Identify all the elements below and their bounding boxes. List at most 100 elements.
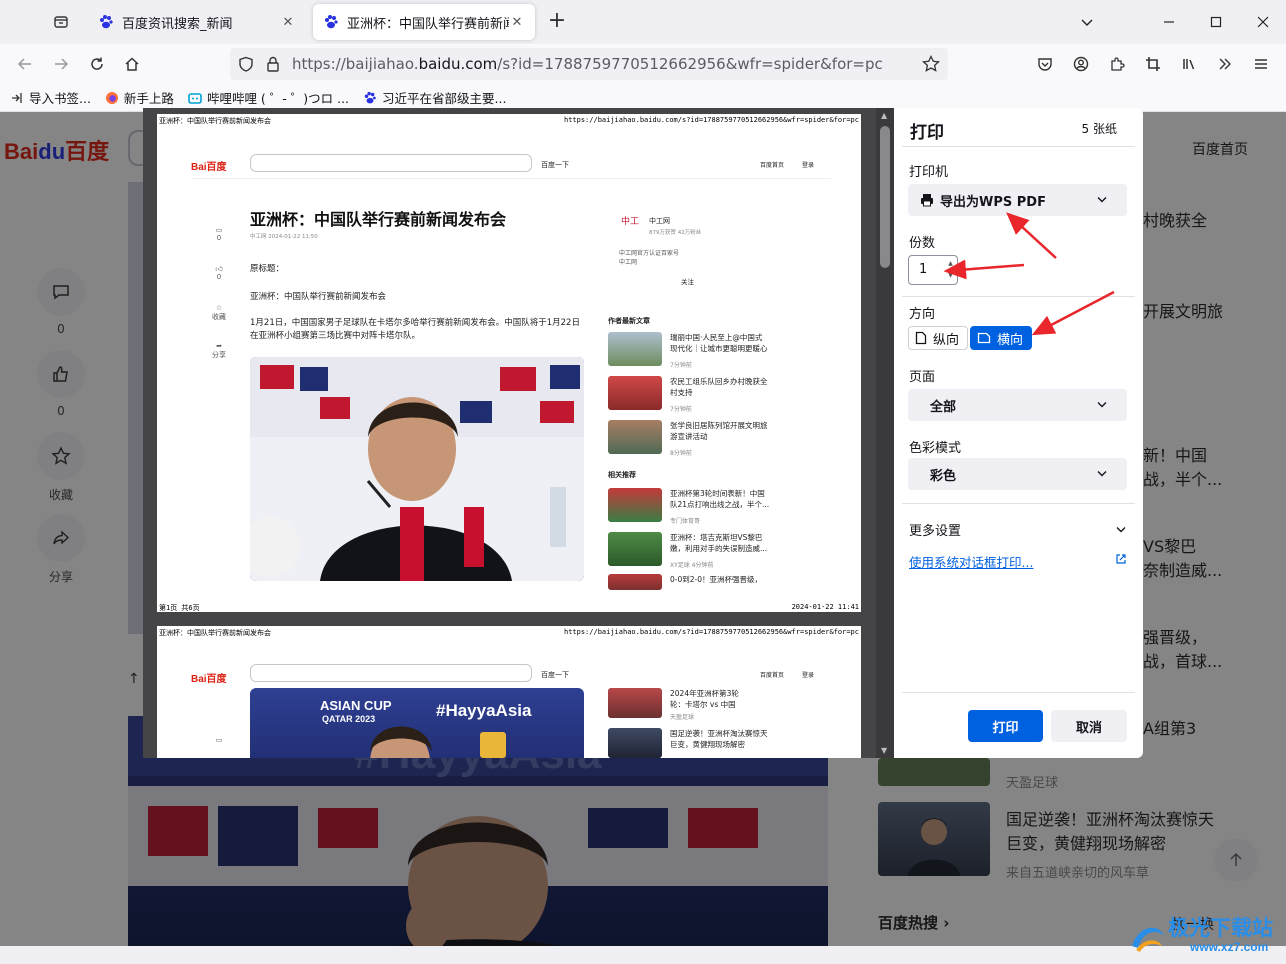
aurora-logo-icon — [1132, 927, 1164, 952]
tab-overflow-button[interactable] — [1072, 8, 1102, 36]
chevron-down-icon[interactable] — [1114, 522, 1128, 536]
close-icon — [1257, 16, 1269, 28]
watermark-name: 极光下载站 — [1168, 917, 1273, 940]
tab-bar: 百度资讯搜索_新闻 ✕ 亚洲杯：中国队举行赛前新闻发 ✕ + — [0, 0, 1286, 44]
related-title: 亚洲杯：塔吉克斯坦VS黎巴 嫩，利用对手的失误制造威... — [670, 533, 768, 553]
url-text[interactable]: https://baijiahao.baidu.com/s?id=1788759… — [292, 55, 883, 73]
external-link-icon[interactable] — [1115, 553, 1127, 565]
bookmark-import[interactable]: 导入书签... — [10, 88, 91, 107]
account-button[interactable] — [1067, 50, 1095, 78]
preview-search-button: 百度一下 — [541, 161, 569, 169]
cancel-button[interactable]: 取消 — [1051, 710, 1127, 742]
preview-footer-page: 第1页 共6页 — [159, 604, 200, 612]
latest-meta: 7分钟前 — [670, 406, 692, 413]
star-icon[interactable] — [922, 55, 940, 73]
import-icon — [10, 91, 24, 105]
home-icon — [125, 57, 139, 71]
preview-header-title: 亚洲杯：中国队举行赛前新闻发布会 — [159, 117, 271, 125]
horizontal-scrollbar[interactable] — [0, 946, 1286, 964]
bookmark-getting-started[interactable]: 新手上路 — [105, 88, 174, 107]
preview-share-icon: ➦ 分享 — [212, 342, 226, 359]
copies-input[interactable]: 1 ▲ ▼ — [908, 255, 958, 285]
pocket-button[interactable] — [1031, 50, 1059, 78]
preview-page-2: 亚洲杯：中国队举行赛前新闻发布会 https://baijiahao.baidu… — [157, 626, 861, 758]
latest-title: 张学良旧居陈列馆开展文明旅 游宣讲活动 — [670, 421, 768, 441]
scroll-up-icon[interactable]: ▲ — [881, 111, 887, 120]
latest-thumbnail — [608, 420, 662, 454]
shield-icon[interactable] — [238, 56, 254, 72]
tab-list-button[interactable] — [46, 8, 76, 36]
screenshot-button[interactable] — [1139, 50, 1167, 78]
arrow-left-icon — [17, 58, 31, 70]
preview-article-title: 亚洲杯：中国队举行赛前新闻发布会 — [250, 210, 507, 229]
app-menu-button[interactable] — [1247, 50, 1275, 78]
new-tab-button[interactable]: + — [544, 8, 570, 36]
preview-orig-title: 原标题： — [250, 264, 285, 274]
bookmark-bilibili[interactable]: 哔哩哔哩 ( ゜- ゜)つロ ... — [188, 88, 349, 107]
sheet-count: 5 张纸 — [1081, 122, 1117, 136]
close-icon[interactable]: ✕ — [509, 15, 525, 30]
bilibili-icon — [188, 91, 202, 105]
preview-search-button: 百度一下 — [541, 671, 569, 679]
photo-text: ASIAN CUP — [320, 698, 392, 713]
forward-button[interactable] — [47, 50, 75, 78]
tab-asian-cup[interactable]: 亚洲杯：中国队举行赛前新闻发 ✕ — [313, 4, 535, 40]
tab-baidu-news[interactable]: 百度资讯搜索_新闻 ✕ — [88, 4, 306, 40]
copies-stepper[interactable]: ▲ ▼ — [946, 258, 955, 282]
print-preview-area[interactable]: 亚洲杯：中国队举行赛前新闻发布会 https://baijiahao.baidu… — [143, 108, 894, 758]
url-bar[interactable]: https://baijiahao.baidu.com/s?id=1788759… — [230, 48, 948, 80]
close-icon[interactable]: ✕ — [280, 15, 296, 30]
close-window-button[interactable] — [1248, 8, 1278, 36]
bookmark-news[interactable]: 习近平在省部级主要... — [363, 88, 506, 107]
latest-title: 瑞丽中国·人民至上@中国式 现代化｜让城市更聪明更暖心 — [670, 333, 768, 353]
preview-nav-home: 百度首页 — [760, 672, 785, 679]
double-chevron-right-icon — [1219, 58, 1231, 70]
more-settings-toggle[interactable]: 更多设置 — [909, 520, 961, 539]
navigation-toolbar: https://baijiahao.baidu.com/s?id=1788759… — [0, 44, 1286, 84]
preview-header-title: 亚洲杯：中国队举行赛前新闻发布会 — [159, 629, 271, 637]
baidu-paw-icon — [100, 15, 113, 29]
pages-label: 页面 — [909, 370, 936, 385]
library-icon — [1183, 59, 1195, 70]
preview-comment-icon: ▭ — [215, 736, 223, 744]
system-dialog-link[interactable]: 使用系统对话框打印... — [909, 552, 1033, 571]
chevron-down-icon — [1097, 402, 1107, 408]
pages-select[interactable]: 全部 — [908, 389, 1127, 421]
latest-thumbnail — [608, 332, 662, 366]
orientation-label: 方向 — [909, 307, 936, 322]
preview-comment-icon: ▭ 0 — [215, 226, 223, 242]
latest-meta: 8分钟前 — [670, 450, 692, 457]
print-button[interactable]: 打印 — [968, 710, 1043, 742]
preview-baidu-logo: Bai百度 — [191, 674, 227, 685]
preview-paragraph: 在亚洲杯小组赛第三场比赛中对阵卡塔尔队。 — [250, 331, 421, 341]
crop-icon — [1146, 57, 1160, 71]
author-fans: 879万获赞 42万粉丝 — [649, 230, 702, 236]
landscape-radio[interactable]: 横向 — [970, 326, 1033, 350]
account-icon — [1073, 56, 1089, 72]
printer-select[interactable]: 导出为WPS PDF — [908, 184, 1127, 216]
library-button[interactable] — [1175, 50, 1203, 78]
preview-article-photo — [250, 357, 584, 581]
color-mode-select[interactable]: 彩色 — [908, 458, 1127, 490]
related-thumbnail — [608, 532, 662, 566]
preview-baidu-logo: Bai百度 — [191, 162, 227, 173]
preview-scrollbar[interactable]: ▲ ▼ — [876, 108, 894, 758]
preview-scroll-thumb[interactable] — [880, 126, 890, 268]
minimize-button[interactable] — [1154, 8, 1184, 36]
lock-icon[interactable] — [266, 56, 280, 72]
reload-button[interactable] — [83, 50, 111, 78]
extensions-button[interactable] — [1103, 50, 1131, 78]
maximize-button[interactable] — [1201, 8, 1231, 36]
preview-header-url: https://baijiahao.baidu.com/s?id=1788759… — [563, 628, 859, 636]
author-desc: 中工网官方认证百家号 — [619, 250, 680, 257]
related-meta: 专门体育哥 — [670, 518, 701, 525]
scroll-down-icon[interactable]: ▼ — [881, 746, 887, 755]
home-button[interactable] — [118, 50, 146, 78]
portrait-radio[interactable]: 纵向 — [908, 326, 969, 350]
author-logo: 中工 — [619, 214, 647, 226]
related-meta: 天盈足球 — [670, 714, 695, 721]
maximize-icon — [1210, 16, 1222, 28]
overflow-menu-button[interactable] — [1211, 50, 1239, 78]
back-button[interactable] — [11, 50, 39, 78]
reload-icon — [91, 57, 103, 70]
